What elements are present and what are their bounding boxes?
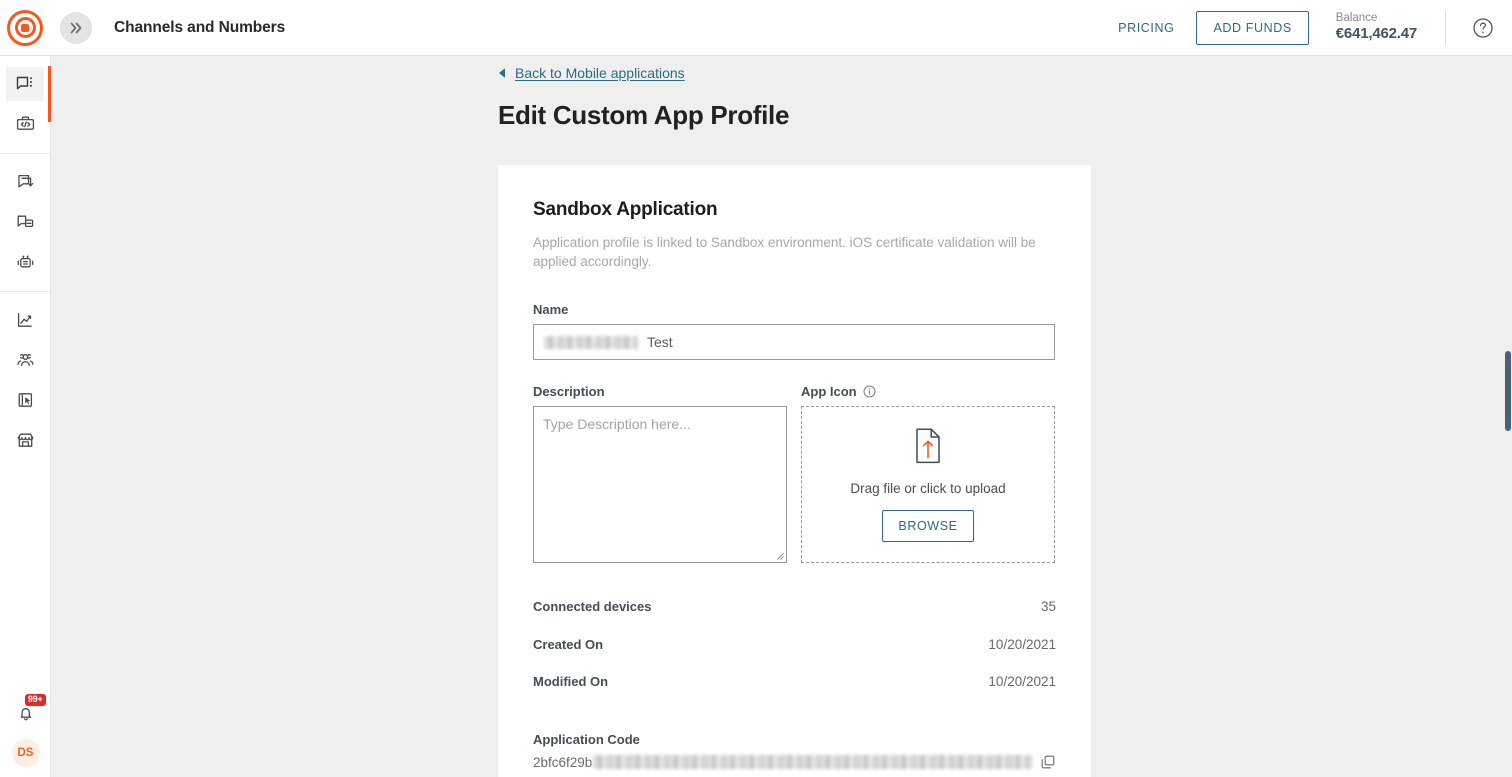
description-and-icon-row: Description Type Description here... App… (533, 384, 1056, 563)
meta-value: 35 (1041, 599, 1056, 614)
dropzone-instruction-text: Drag file or click to upload (850, 481, 1005, 496)
pricing-link[interactable]: PRICING (1118, 21, 1174, 35)
page-scrollbar-track[interactable] (1503, 56, 1512, 777)
rail-group-primary (0, 56, 50, 153)
app-icon-dropzone[interactable]: Drag file or click to upload BROWSE (801, 406, 1055, 563)
sidebar-item-forms[interactable] (6, 383, 44, 417)
description-placeholder: Type Description here... (543, 416, 691, 432)
description-field-group: Description Type Description here... (533, 384, 787, 563)
balance-label: Balance (1336, 11, 1417, 25)
target-logo-icon[interactable] (7, 10, 43, 46)
bell-icon[interactable]: 99+ (7, 696, 45, 730)
rail-bottom-section: 99+ DS (0, 696, 51, 771)
meta-key: Created On (533, 637, 603, 652)
sidebar-item-contacts[interactable] (6, 343, 44, 377)
app-icon-label: App Icon (801, 384, 857, 399)
header-actions: PRICING ADD FUNDS Balance €641,462.47 (1118, 0, 1512, 55)
info-circle-icon[interactable] (863, 385, 876, 398)
application-code-group: Application Code 2bfc6f29b (533, 732, 1056, 770)
application-code-label: Application Code (533, 732, 1056, 747)
back-to-mobile-applications-link[interactable]: Back to Mobile applications (497, 65, 685, 81)
card-inner: Sandbox Application Application profile … (498, 165, 1091, 770)
sidebar-item-marketplace[interactable] (6, 423, 44, 457)
meta-value: 10/20/2021 (988, 637, 1056, 652)
rail-group-engagement (0, 153, 50, 291)
meta-key: Connected devices (533, 599, 652, 614)
page-title-breadcrumb: Channels and Numbers (114, 19, 285, 37)
meta-value: 10/20/2021 (988, 674, 1056, 689)
file-upload-arrow-icon (913, 428, 943, 469)
active-item-accent-bar (48, 66, 51, 122)
top-header-bar: Channels and Numbers PRICING ADD FUNDS B… (0, 0, 1512, 56)
app-icon-field-group: App Icon (801, 384, 1055, 563)
resize-grip-icon[interactable] (773, 549, 784, 560)
balance-display: Balance €641,462.47 (1336, 11, 1417, 44)
meta-key: Modified On (533, 674, 608, 689)
name-label: Name (533, 302, 1056, 317)
sidebar-item-messaging[interactable] (6, 67, 44, 101)
app-profile-card: Sandbox Application Application profile … (498, 165, 1091, 777)
table-row: Connected devices 35 (533, 599, 1056, 637)
question-mark-circle-icon[interactable] (1472, 17, 1494, 39)
metadata-list: Connected devices 35 Created On 10/20/20… (533, 599, 1056, 712)
app-icon-label-row: App Icon (801, 384, 1055, 399)
card-title: Sandbox Application (533, 199, 1056, 221)
sidebar-item-analytics[interactable] (6, 303, 44, 337)
description-input[interactable]: Type Description here... (533, 406, 787, 563)
application-code-value: 2bfc6f29b (533, 755, 592, 770)
rail-group-tools (0, 291, 50, 469)
sidebar-item-campaigns[interactable] (6, 165, 44, 199)
name-input[interactable]: Test (533, 324, 1055, 360)
double-chevron-right-icon[interactable] (60, 12, 92, 44)
name-field-group: Name Test (533, 302, 1056, 360)
notification-count-badge: 99+ (25, 694, 46, 706)
description-label: Description (533, 384, 787, 399)
redacted-application-code (593, 755, 1032, 769)
logo-core (21, 24, 29, 32)
sidebar-item-flows[interactable] (6, 205, 44, 239)
application-code-row: 2bfc6f29b (533, 755, 1055, 770)
sidebar-item-chatbots[interactable] (6, 245, 44, 279)
logo-inner-ring (15, 17, 36, 38)
copy-icon[interactable] (1041, 755, 1055, 769)
card-description: Application profile is linked to Sandbox… (533, 234, 1043, 271)
page-scrollbar-thumb[interactable] (1505, 351, 1511, 431)
browse-button[interactable]: BROWSE (882, 510, 973, 542)
triangle-left-icon (497, 67, 507, 79)
name-value-suffix: Test (647, 334, 673, 350)
header-divider (1445, 11, 1446, 45)
balance-amount: €641,462.47 (1336, 25, 1417, 44)
sidebar-item-developers[interactable] (6, 107, 44, 141)
redacted-name-text (544, 336, 638, 349)
table-row: Modified On 10/20/2021 (533, 674, 1056, 712)
page-content-area: Back to Mobile applications Edit Custom … (51, 56, 1512, 777)
avatar[interactable]: DS (12, 739, 40, 767)
page-title: Edit Custom App Profile (498, 100, 789, 131)
table-row: Created On 10/20/2021 (533, 637, 1056, 675)
add-funds-button[interactable]: ADD FUNDS (1196, 11, 1308, 45)
left-navigation-rail: 99+ DS (0, 56, 51, 777)
back-link-label: Back to Mobile applications (515, 65, 685, 81)
